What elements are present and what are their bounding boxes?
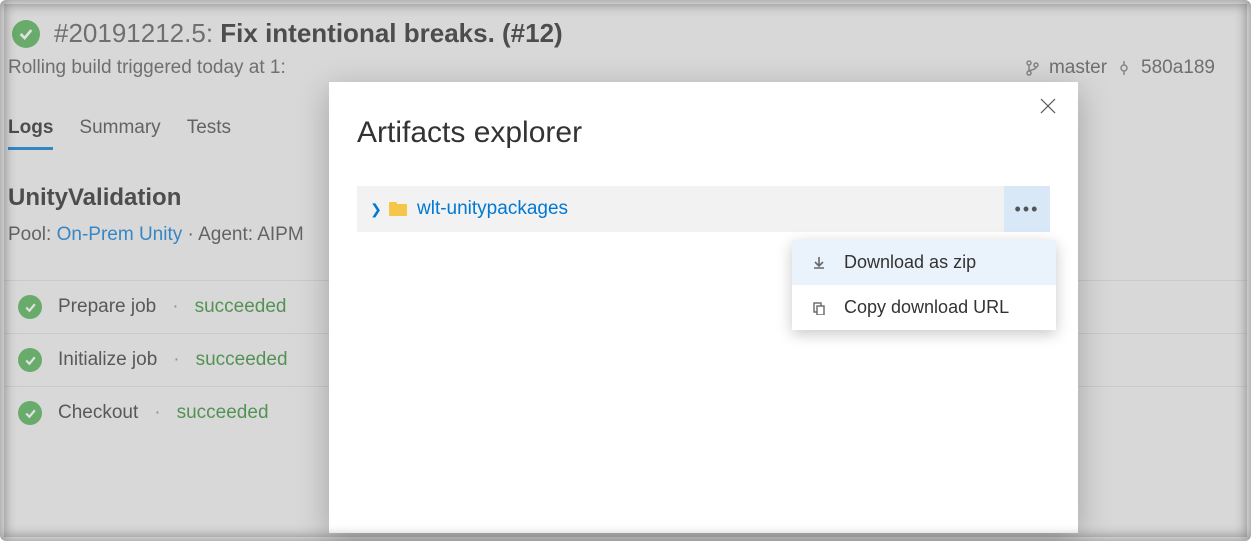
context-menu: Download as zip Copy download URL — [792, 240, 1056, 330]
copy-icon — [810, 301, 828, 315]
chevron-right-icon[interactable]: ❯ — [365, 201, 387, 218]
menu-download-zip[interactable]: Download as zip — [792, 240, 1056, 285]
menu-copy-url[interactable]: Copy download URL — [792, 285, 1056, 330]
close-button[interactable] — [1040, 98, 1056, 119]
menu-label: Copy download URL — [844, 297, 1009, 318]
artifact-name[interactable]: wlt-unitypackages — [417, 198, 568, 220]
artifacts-explorer-modal: Artifacts explorer ❯ wlt-unitypackages •… — [329, 82, 1078, 533]
folder-icon — [389, 202, 407, 216]
artifact-row[interactable]: ❯ wlt-unitypackages ••• — [357, 186, 1050, 232]
more-actions-button[interactable]: ••• — [1004, 186, 1050, 232]
menu-label: Download as zip — [844, 252, 976, 273]
modal-title: Artifacts explorer — [357, 116, 1050, 150]
download-icon — [810, 256, 828, 270]
